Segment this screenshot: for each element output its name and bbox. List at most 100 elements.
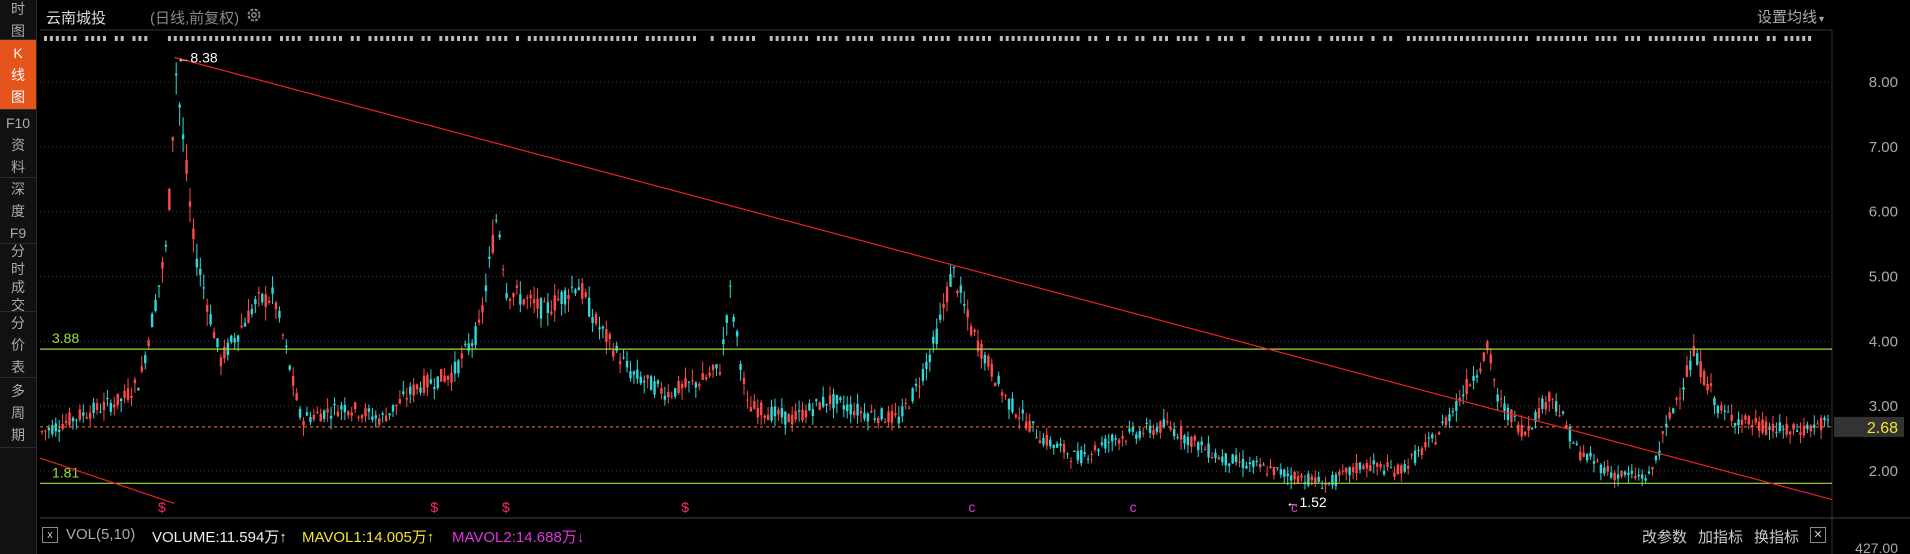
candle-body bbox=[1287, 473, 1289, 476]
candle-body bbox=[1758, 422, 1760, 431]
candle-body bbox=[498, 235, 500, 238]
event-dot bbox=[1165, 36, 1168, 41]
event-dot bbox=[280, 36, 283, 41]
candle-body bbox=[1558, 415, 1560, 416]
candle-body bbox=[1500, 398, 1502, 399]
candle-body bbox=[182, 134, 184, 139]
candle-body bbox=[684, 378, 686, 387]
candle-body bbox=[1538, 408, 1540, 418]
set-ma-button[interactable]: 设置均线 ▾ bbox=[1757, 6, 1824, 27]
candle-body bbox=[1194, 436, 1196, 441]
candle-body bbox=[997, 376, 999, 384]
event-dot bbox=[829, 36, 832, 41]
kline-chart[interactable]: 8.007.006.005.004.003.002.003.881.812.68… bbox=[0, 0, 1910, 554]
candle-body bbox=[1679, 398, 1681, 399]
candle-body bbox=[1796, 431, 1798, 432]
candle-body bbox=[1786, 424, 1788, 434]
switch-indicator-button[interactable]: 换指标 bbox=[1754, 526, 1799, 547]
collapse-button[interactable]: x bbox=[42, 527, 58, 543]
event-dot bbox=[681, 36, 684, 41]
candle-body bbox=[454, 362, 456, 374]
event-dot bbox=[1507, 36, 1510, 41]
candle-body bbox=[801, 410, 803, 421]
event-dot bbox=[239, 36, 242, 41]
candle-body bbox=[805, 410, 807, 417]
candle-body bbox=[443, 376, 445, 382]
candle-body bbox=[492, 235, 494, 253]
candle-body bbox=[1586, 454, 1588, 461]
candle-body bbox=[726, 315, 728, 323]
candle-body bbox=[650, 376, 652, 390]
event-dot bbox=[1442, 36, 1445, 41]
event-dot bbox=[186, 36, 189, 41]
candle-body bbox=[1290, 475, 1292, 480]
candle-body bbox=[1321, 488, 1323, 489]
candle-body bbox=[526, 298, 528, 299]
candle-body bbox=[1083, 452, 1085, 454]
event-dot bbox=[1613, 36, 1616, 41]
candle-body bbox=[165, 245, 167, 247]
event-dot bbox=[1484, 36, 1487, 41]
candle-body bbox=[1035, 437, 1037, 438]
gear-icon[interactable] bbox=[245, 6, 263, 29]
event-dot bbox=[1696, 36, 1699, 41]
event-dot bbox=[882, 36, 885, 41]
candle-body bbox=[609, 334, 611, 339]
candle-body bbox=[86, 417, 88, 418]
event-dot bbox=[321, 36, 324, 41]
candle-body bbox=[1421, 448, 1423, 455]
candle-body bbox=[867, 414, 869, 422]
candle-body bbox=[1507, 408, 1509, 420]
candle-body bbox=[1142, 433, 1144, 434]
candle-body bbox=[79, 409, 81, 419]
candle-body bbox=[1159, 421, 1161, 432]
candle-body bbox=[849, 404, 851, 414]
event-dot bbox=[245, 36, 248, 41]
candle-body bbox=[423, 376, 425, 393]
candle-body bbox=[929, 355, 931, 362]
candle-body bbox=[1496, 394, 1498, 401]
candle-body bbox=[578, 287, 580, 290]
event-dot bbox=[1667, 36, 1670, 41]
candle-body bbox=[1039, 440, 1041, 443]
candle-body bbox=[258, 292, 260, 293]
candle-body bbox=[41, 431, 43, 432]
candle-body bbox=[739, 364, 741, 370]
event-dot bbox=[221, 36, 224, 41]
candle-body bbox=[175, 73, 177, 75]
candle-body bbox=[1541, 399, 1543, 409]
candle-body bbox=[922, 369, 924, 381]
event-dot bbox=[1336, 36, 1339, 41]
candle-body bbox=[1689, 361, 1691, 370]
add-indicator-button[interactable]: 加指标 bbox=[1698, 526, 1743, 547]
event-dot bbox=[103, 36, 106, 41]
candle-body bbox=[203, 287, 205, 288]
candle-body bbox=[1582, 453, 1584, 457]
close-icon[interactable]: ✕ bbox=[1810, 527, 1826, 543]
event-dot bbox=[1808, 36, 1811, 41]
event-dot bbox=[540, 36, 543, 41]
candle-body bbox=[1262, 465, 1264, 466]
candle-body bbox=[61, 424, 63, 429]
candle-body bbox=[1090, 454, 1092, 455]
candle-body bbox=[1383, 471, 1385, 475]
event-dot bbox=[504, 36, 507, 41]
event-dot bbox=[1383, 36, 1386, 41]
event-dot bbox=[68, 36, 71, 41]
price-tick-label: 7.00 bbox=[1869, 139, 1898, 156]
candle-body bbox=[832, 394, 834, 408]
candle-body bbox=[812, 409, 814, 416]
candle-body bbox=[729, 286, 731, 287]
event-dot bbox=[1348, 36, 1351, 41]
event-dot bbox=[192, 36, 195, 41]
edit-params-button[interactable]: 改参数 bbox=[1642, 526, 1687, 547]
candle-body bbox=[416, 384, 418, 389]
event-dot bbox=[310, 36, 313, 41]
candle-body bbox=[1173, 429, 1175, 436]
candle-body bbox=[271, 288, 273, 294]
event-dot bbox=[1625, 36, 1628, 41]
event-dot bbox=[1749, 36, 1752, 41]
event-dot bbox=[203, 36, 206, 41]
event-dot bbox=[616, 36, 619, 41]
candle-body bbox=[1452, 411, 1454, 412]
